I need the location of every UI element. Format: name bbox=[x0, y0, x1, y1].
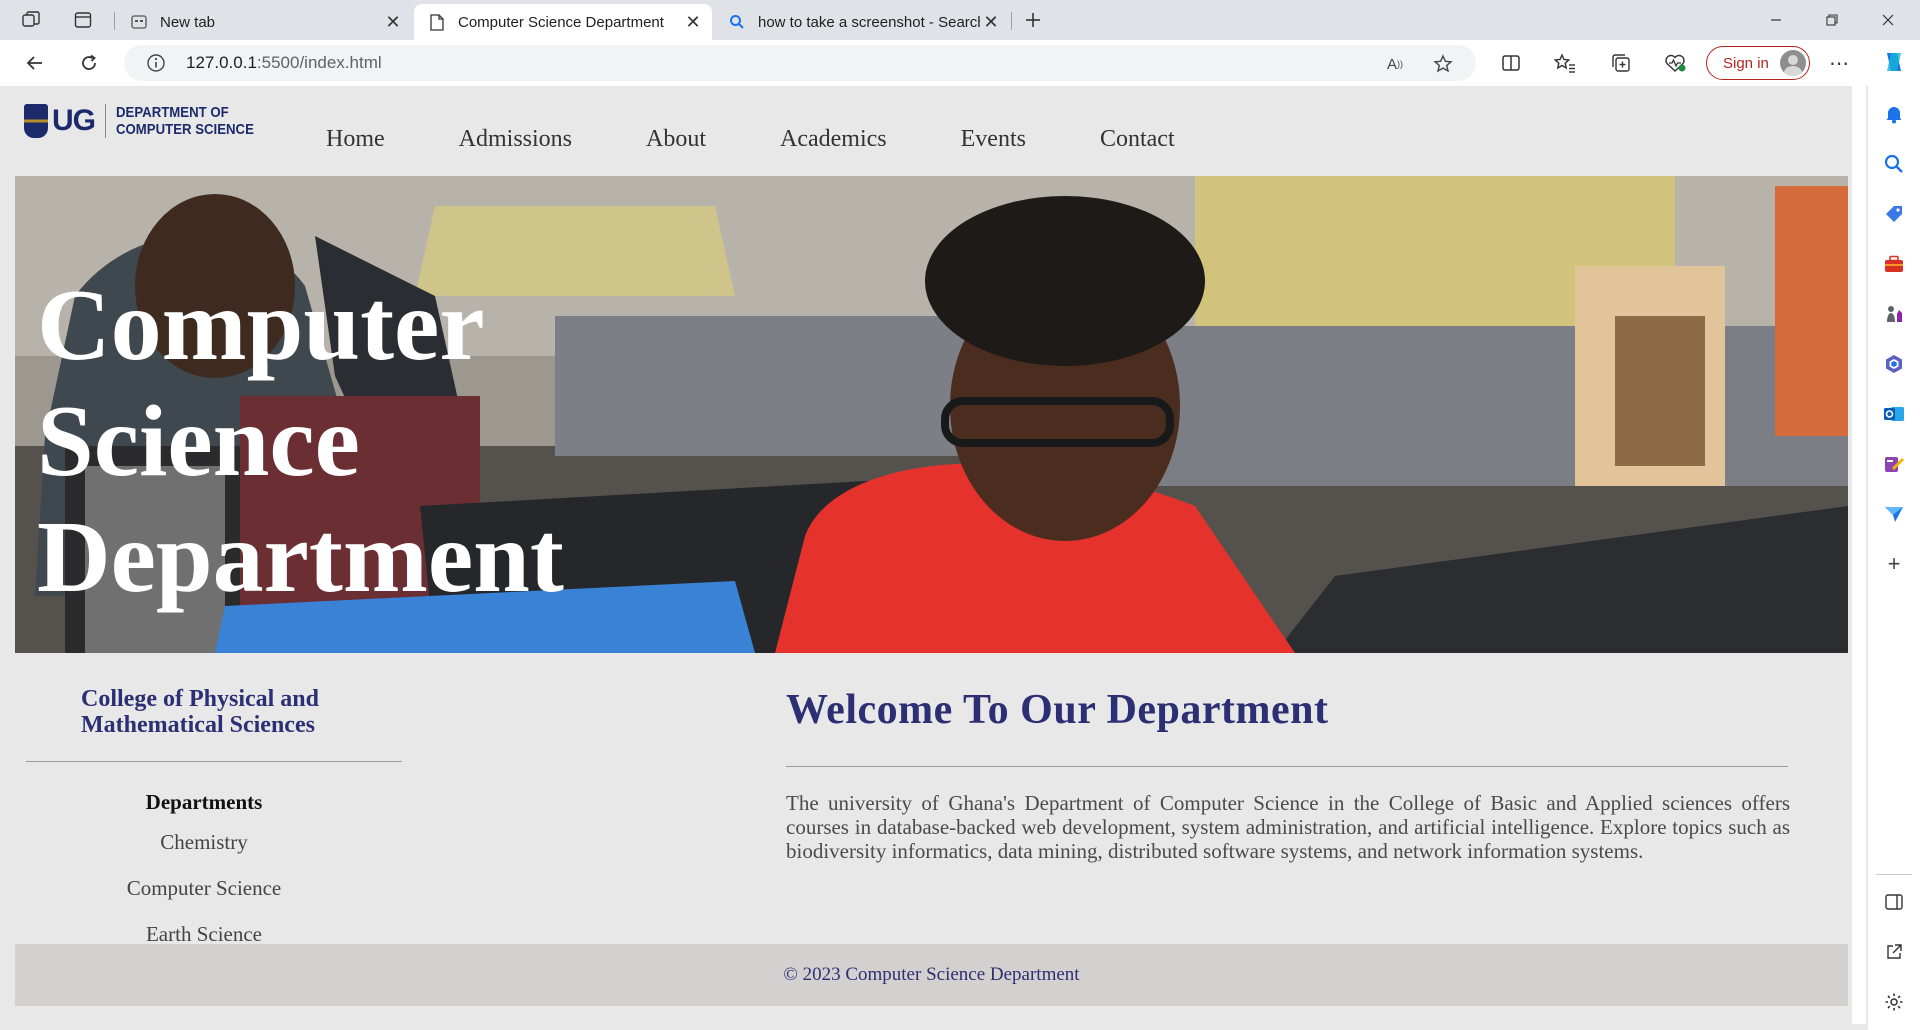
nav-home[interactable]: Home bbox=[326, 126, 385, 153]
nav-admissions[interactable]: Admissions bbox=[459, 126, 572, 153]
main-nav: Home Admissions About Academics Events C… bbox=[326, 126, 1249, 153]
tools-briefcase-icon[interactable] bbox=[1878, 248, 1910, 280]
sign-in-button[interactable]: Sign in bbox=[1706, 46, 1810, 80]
settings-more-icon[interactable]: ⋯ bbox=[1822, 46, 1856, 80]
college-name: College of Physical and Mathematical Sci… bbox=[81, 686, 319, 738]
logo-divider bbox=[105, 104, 106, 138]
split-screen-icon[interactable] bbox=[1494, 46, 1528, 80]
sidebar-divider bbox=[1876, 874, 1912, 875]
search-icon[interactable] bbox=[1878, 148, 1910, 180]
tab-separator bbox=[1011, 12, 1012, 30]
browser-toolbar: 127.0.0.1:5500/index.html A)) Sign in ⋯ bbox=[0, 40, 1920, 86]
sign-in-label: Sign in bbox=[1723, 54, 1769, 72]
site-info-icon[interactable] bbox=[146, 53, 166, 73]
back-button[interactable] bbox=[18, 46, 52, 80]
welcome-heading: Welcome To Our Department bbox=[786, 687, 1329, 733]
logo-mark: UG bbox=[52, 104, 96, 137]
send-drop-icon[interactable] bbox=[1878, 498, 1910, 530]
tab-computer-science-department[interactable]: Computer Science Department ✕ bbox=[414, 4, 712, 40]
hero-title-line-2: Science bbox=[37, 385, 360, 498]
sidebar-divider bbox=[26, 761, 402, 762]
open-external-icon[interactable] bbox=[1878, 936, 1910, 968]
hide-sidebar-icon[interactable] bbox=[1878, 886, 1910, 918]
hero-title-line-1: Computer bbox=[37, 269, 485, 382]
address-bar[interactable]: 127.0.0.1:5500/index.html A)) bbox=[124, 45, 1476, 81]
tab-label: Computer Science Department bbox=[458, 13, 664, 31]
sidebar-settings-gear-icon[interactable] bbox=[1878, 986, 1910, 1018]
page-scrollbar[interactable] bbox=[1852, 86, 1866, 1024]
departments-heading: Departments bbox=[145, 790, 263, 814]
department-logo[interactable]: UG DEPARTMENT OF COMPUTER SCIENCE bbox=[24, 104, 273, 138]
department-link-chemistry[interactable]: Chemistry bbox=[26, 819, 382, 865]
close-window-button[interactable] bbox=[1860, 0, 1916, 40]
url-path: :5500/index.html bbox=[256, 53, 382, 72]
tab-label: New tab bbox=[160, 13, 216, 31]
copyright-text: © 2023 Computer Science Department bbox=[783, 964, 1080, 985]
copilot-icon[interactable] bbox=[1878, 46, 1910, 78]
close-tab-icon[interactable]: ✕ bbox=[980, 11, 1002, 33]
url-host: 127.0.0.1 bbox=[186, 53, 257, 72]
site-footer: © 2023 Computer Science Department bbox=[15, 944, 1848, 1006]
shopping-tag-icon[interactable] bbox=[1878, 198, 1910, 230]
close-tab-icon[interactable]: ✕ bbox=[682, 11, 704, 33]
workspaces-icon[interactable] bbox=[16, 6, 46, 34]
browser-essentials-icon[interactable] bbox=[1658, 46, 1692, 80]
hero-banner: Computer Science Department bbox=[15, 176, 1848, 653]
add-sidebar-app-icon[interactable]: + bbox=[1878, 548, 1910, 580]
new-tab-button[interactable] bbox=[1018, 6, 1048, 34]
tab-actions-icon[interactable] bbox=[68, 6, 98, 34]
favorites-icon[interactable] bbox=[1548, 46, 1582, 80]
document-icon bbox=[428, 13, 446, 31]
web-page: UG DEPARTMENT OF COMPUTER SCIENCE Home A… bbox=[4, 86, 1866, 1024]
edge-sidebar: + bbox=[1868, 40, 1920, 1030]
designer-icon[interactable] bbox=[1878, 448, 1910, 480]
notifications-icon[interactable] bbox=[1878, 98, 1910, 130]
intro-paragraph: The university of Ghana's Department of … bbox=[786, 791, 1790, 863]
read-aloud-icon[interactable]: A)) bbox=[1384, 53, 1406, 75]
ug-crest-icon bbox=[24, 104, 48, 138]
close-tab-icon[interactable]: ✕ bbox=[382, 11, 404, 33]
main-content: Welcome To Our Department The university… bbox=[786, 686, 1790, 863]
nav-academics[interactable]: Academics bbox=[780, 126, 887, 153]
tab-label: how to take a screenshot - Search bbox=[758, 13, 980, 31]
logo-line-1: DEPARTMENT OF bbox=[116, 104, 229, 121]
department-link-computer-science[interactable]: Computer Science bbox=[26, 865, 382, 911]
nav-about[interactable]: About bbox=[646, 126, 706, 153]
minimize-button[interactable] bbox=[1748, 0, 1804, 40]
avatar bbox=[1780, 50, 1806, 76]
tab-search[interactable]: how to take a screenshot - Search ✕ bbox=[714, 4, 1010, 40]
content-divider bbox=[786, 766, 1788, 767]
logo-text: DEPARTMENT OF COMPUTER SCIENCE bbox=[116, 104, 254, 138]
nav-contact[interactable]: Contact bbox=[1100, 126, 1175, 153]
collections-icon[interactable] bbox=[1604, 46, 1638, 80]
url-text: 127.0.0.1:5500/index.html bbox=[186, 53, 382, 73]
search-icon bbox=[728, 13, 746, 31]
hero-title-line-3: Department bbox=[37, 501, 564, 614]
tab-new-tab[interactable]: New tab ✕ bbox=[116, 4, 412, 40]
favorite-star-icon[interactable] bbox=[1432, 53, 1454, 75]
new-tab-page-icon bbox=[130, 13, 148, 31]
site-header: UG DEPARTMENT OF COMPUTER SCIENCE Home A… bbox=[4, 86, 1848, 176]
refresh-button[interactable] bbox=[72, 46, 106, 80]
nav-events[interactable]: Events bbox=[961, 126, 1026, 153]
outlook-icon[interactable] bbox=[1878, 398, 1910, 430]
tab-separator bbox=[114, 12, 115, 30]
restore-button[interactable] bbox=[1804, 0, 1860, 40]
games-chess-icon[interactable] bbox=[1878, 298, 1910, 330]
tab-strip: New tab ✕ Computer Science Department ✕ … bbox=[0, 0, 1920, 40]
hero-title: Computer Science Department bbox=[37, 268, 564, 616]
microsoft-365-icon[interactable] bbox=[1878, 348, 1910, 380]
logo-line-2: COMPUTER SCIENCE bbox=[116, 121, 254, 138]
college-sidebar: College of Physical and Mathematical Sci… bbox=[26, 686, 404, 957]
